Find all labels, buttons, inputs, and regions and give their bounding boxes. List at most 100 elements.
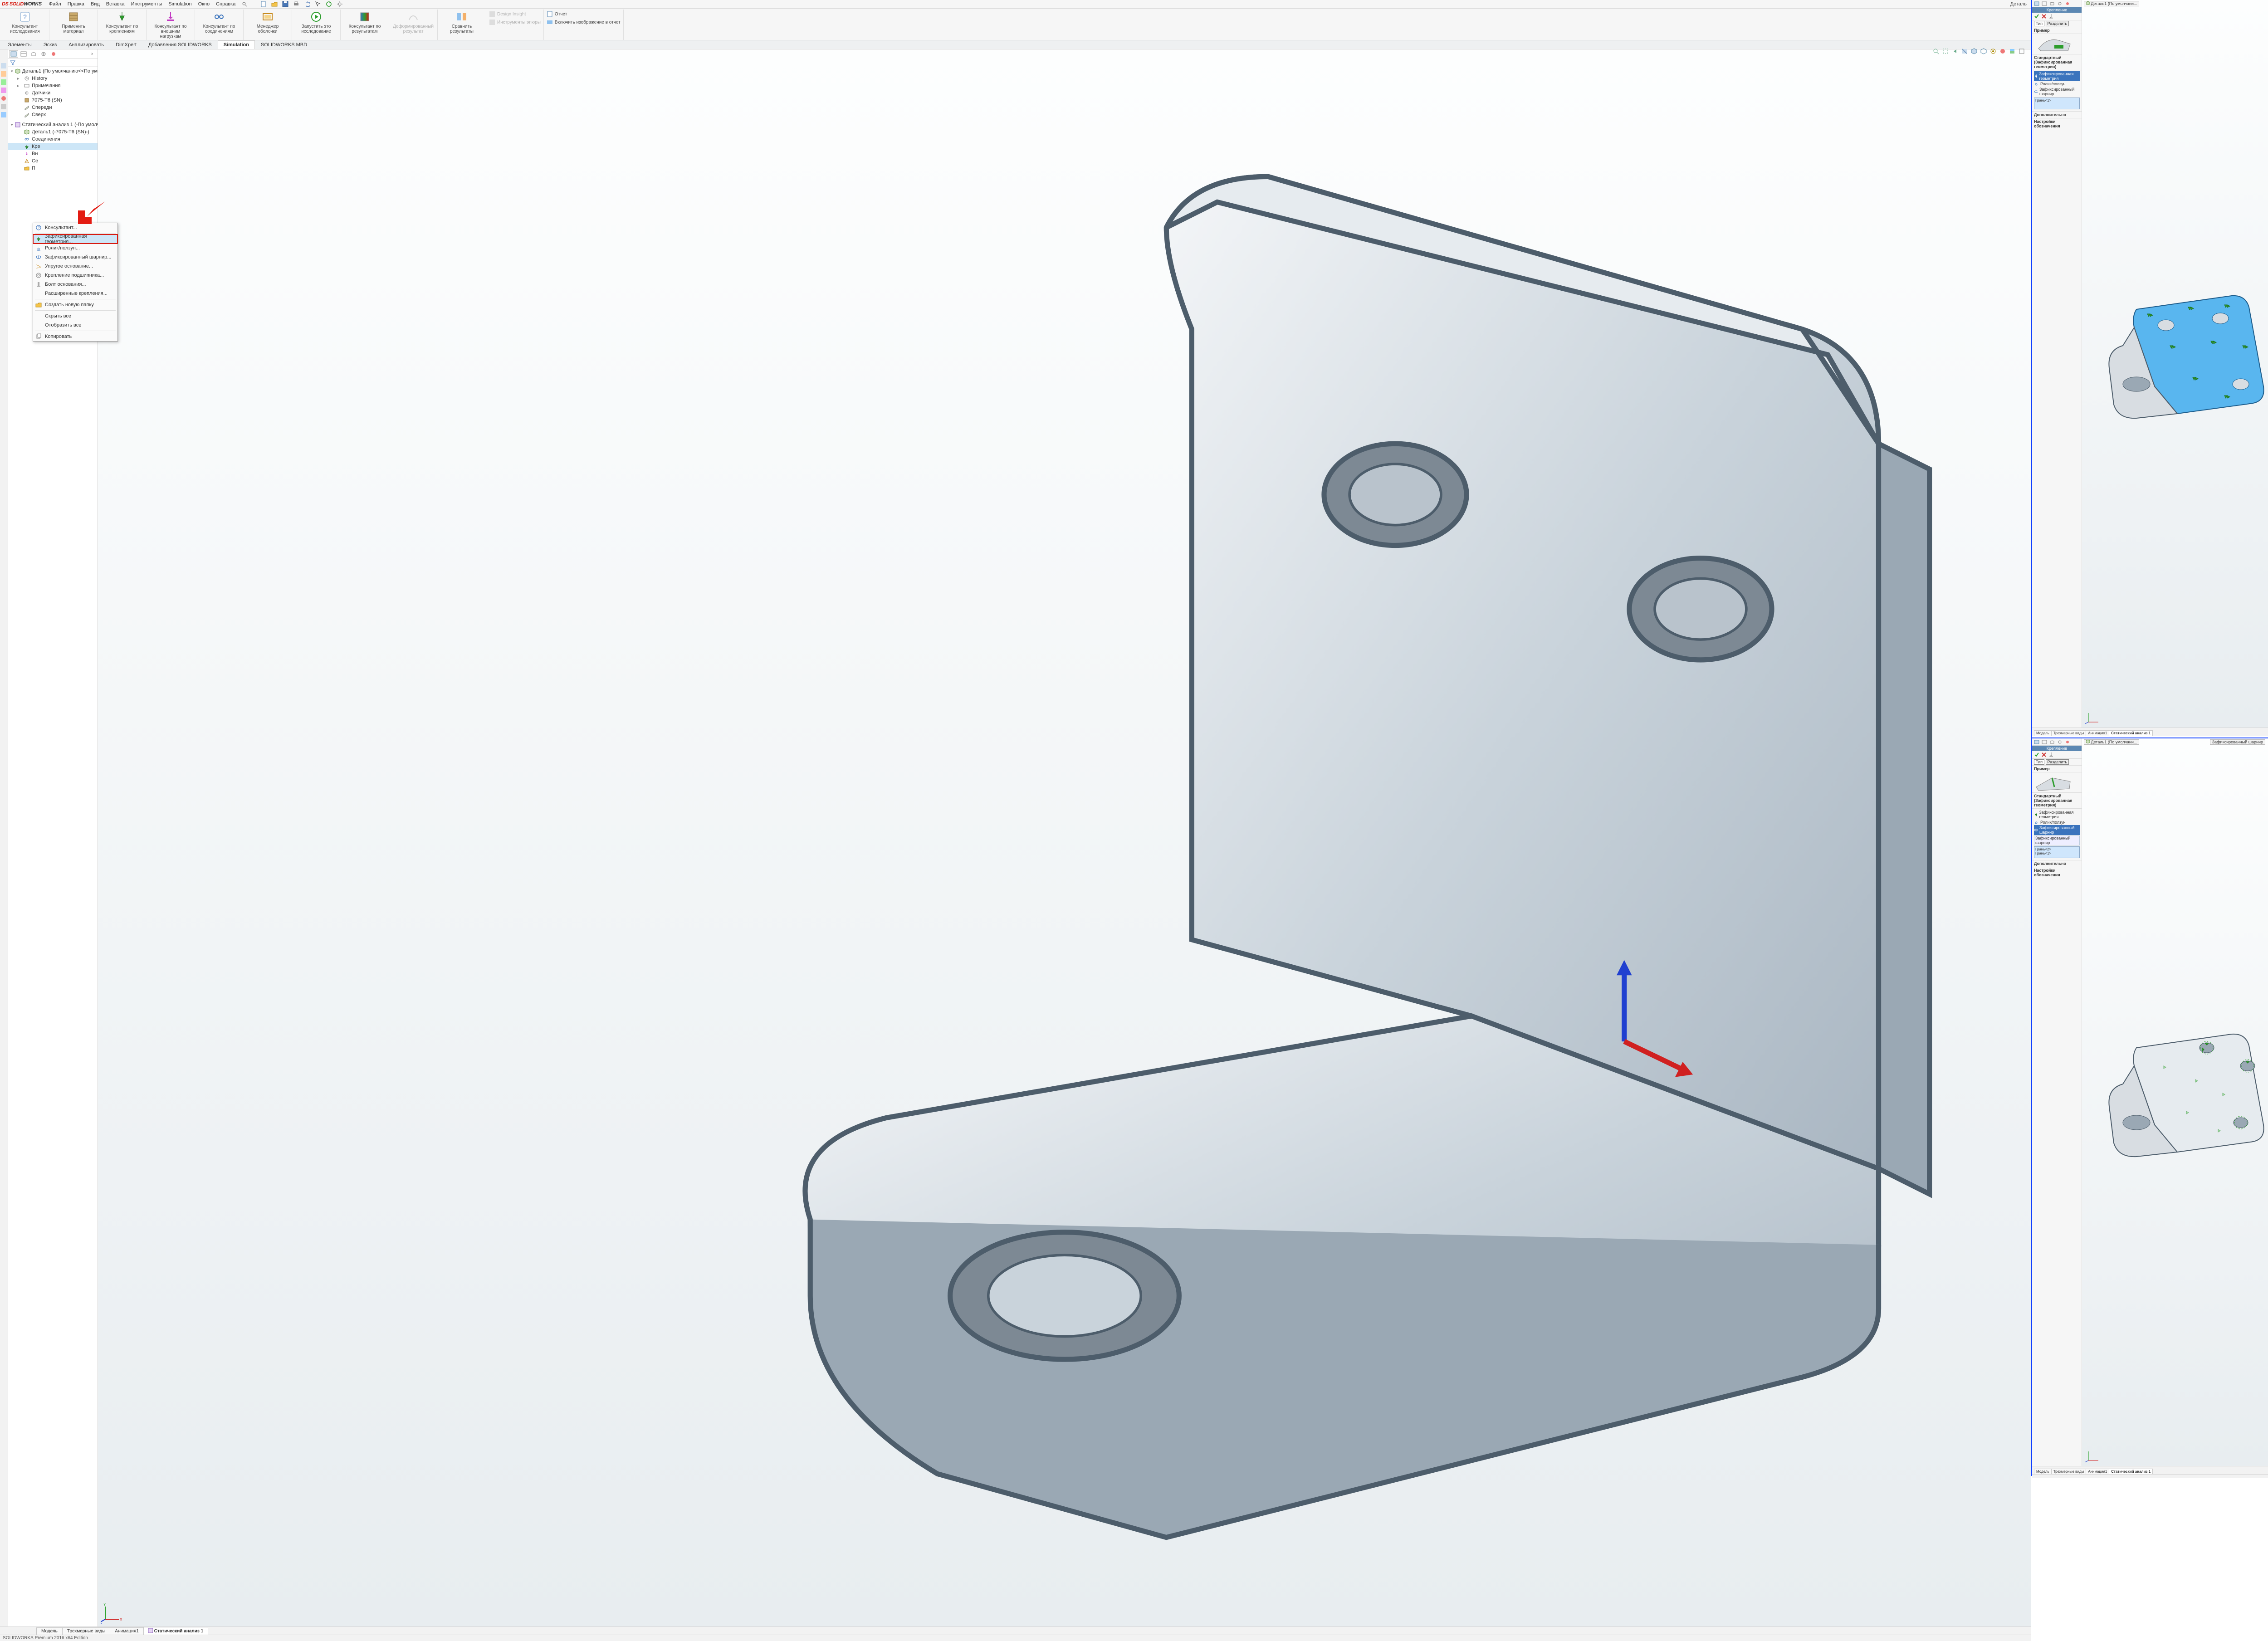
pm-opt-fixed-geometry[interactable]: Зафиксированная геометрия — [2034, 810, 2080, 820]
btab-model[interactable]: Модель — [36, 1627, 63, 1635]
mgr-tab-dimxpert-icon[interactable] — [39, 50, 48, 58]
tree-history[interactable]: ▸History — [8, 75, 98, 82]
ctx-bolt[interactable]: Болт основания... — [33, 280, 117, 289]
menu-file[interactable]: Файл — [46, 0, 64, 8]
pm-tab-split[interactable]: Разделить — [2046, 21, 2069, 26]
tree-filter[interactable] — [8, 59, 98, 67]
mgr-tab-expand-icon[interactable]: › — [88, 50, 97, 58]
tab-evaluate[interactable]: Анализировать — [63, 40, 110, 49]
view-orient-icon[interactable] — [1970, 47, 1978, 55]
breadcrumb[interactable]: Деталь1 (По умолчани... — [2084, 739, 2139, 745]
scene-icon[interactable] — [2008, 47, 2016, 55]
zoom-fit-icon[interactable] — [1932, 47, 1940, 55]
rail-view-palette-icon[interactable] — [1, 88, 7, 94]
qat-open-icon[interactable] — [269, 0, 279, 8]
ctx-fixed-geometry[interactable]: Зафиксированная геометрия... — [33, 234, 117, 244]
ctx-roller[interactable]: Ролик/ползун... — [33, 244, 117, 253]
qat-undo-icon[interactable] — [302, 0, 312, 8]
btab-3dviews[interactable]: Трехмерные виды — [2051, 1469, 2087, 1474]
tree-plane-front[interactable]: Спереди — [8, 104, 98, 111]
appearance-icon[interactable] — [1999, 47, 2007, 55]
pm-symbol-header[interactable]: Настройки обозначения — [2032, 118, 2082, 129]
rail-design-lib-icon[interactable] — [1, 71, 7, 78]
qat-rebuild-icon[interactable] — [324, 0, 334, 8]
menu-help[interactable]: Справка — [213, 0, 238, 8]
pm-opt-roller[interactable]: Ролик/ползун — [2034, 820, 2080, 825]
tab-mbd[interactable]: SOLIDWORKS MBD — [255, 40, 313, 49]
ctx-show-all[interactable]: Отобразить все — [33, 321, 117, 330]
pm-tab-split[interactable]: Разделить — [2046, 759, 2069, 765]
btab-motion[interactable]: Анимация1 — [2086, 1469, 2109, 1474]
mgr-tab-property-icon[interactable] — [2041, 0, 2048, 6]
hide-show-icon[interactable] — [1989, 47, 1997, 55]
view-triad[interactable] — [2085, 708, 2101, 725]
pm-opt-hinge[interactable]: Зафиксированный шарнир — [2034, 87, 2080, 97]
qat-new-icon[interactable] — [259, 0, 269, 8]
view-triad[interactable]: Y X Z — [101, 1601, 123, 1624]
menu-window[interactable]: Окно — [196, 0, 213, 8]
mgr-tab-config-icon[interactable] — [29, 50, 38, 58]
tree-external-loads[interactable]: Вн — [8, 150, 98, 157]
btab-motion[interactable]: Анимация1 — [2086, 730, 2109, 736]
pm-pushpin-icon[interactable] — [2048, 752, 2054, 757]
graphics-viewport[interactable]: Y X Z — [98, 49, 2031, 1626]
display-style-icon[interactable] — [1980, 47, 1988, 55]
menu-view[interactable]: Вид — [88, 0, 103, 8]
menu-edit[interactable]: Правка — [65, 0, 87, 8]
tab-simulation[interactable]: Simulation — [218, 40, 255, 49]
pm-cancel-icon[interactable] — [2041, 14, 2047, 19]
tree-root-part[interactable]: ▾ Деталь1 (По умолчанию<<По умол — [8, 68, 98, 75]
mgr-tab-display-icon[interactable] — [49, 50, 58, 58]
qat-save-icon[interactable] — [280, 0, 290, 8]
view-settings-icon[interactable] — [2018, 47, 2026, 55]
rail-file-explorer-icon[interactable] — [1, 79, 7, 86]
tree-sensors[interactable]: Датчики — [8, 89, 98, 97]
pm-pushpin-icon[interactable] — [2048, 14, 2054, 19]
pm-tab-type[interactable]: Тип — [2034, 759, 2044, 765]
mgr-tab-property-icon[interactable] — [2041, 739, 2048, 745]
zoom-area-icon[interactable] — [1941, 47, 1950, 55]
btab-model[interactable]: Модель — [2034, 730, 2052, 736]
btab-3dviews[interactable]: Трехмерные виды — [2051, 730, 2087, 736]
mgr-tab-display-icon[interactable] — [2064, 0, 2071, 6]
tree-study[interactable]: ▾Статический анализ 1 (-По умолчанию- — [8, 121, 98, 128]
tab-dimxpert[interactable]: DimXpert — [110, 40, 142, 49]
ctx-bearing[interactable]: Крепление подшипника... — [33, 271, 117, 280]
menu-tools[interactable]: Инструменты — [128, 0, 165, 8]
mgr-tab-dimxpert-icon[interactable] — [2056, 739, 2063, 745]
ribbon-connections-advisor[interactable]: Консультант по соединениям — [195, 10, 244, 40]
tab-addins[interactable]: Добавления SOLIDWORKS — [142, 40, 218, 49]
btab-motion[interactable]: Анимация1 — [110, 1627, 144, 1635]
btab-study[interactable]: Статический анализ 1 — [2109, 730, 2153, 736]
ctx-fixed-hinge[interactable]: Зафиксированный шарнир... — [33, 253, 117, 262]
include-image-item[interactable]: Включить изображение в отчет — [547, 19, 621, 26]
qat-options-icon[interactable] — [335, 0, 345, 8]
view-triad[interactable] — [2085, 1447, 2101, 1463]
tree-annotations[interactable]: ▸Примечания — [8, 82, 98, 89]
inset-viewport-bottom[interactable]: Деталь1 (По умолчани... Зафиксированный … — [2082, 738, 2268, 1466]
qat-select-icon[interactable] — [313, 0, 323, 8]
tree-connections[interactable]: Соединения — [8, 136, 98, 143]
btab-model[interactable]: Модель — [2034, 1469, 2052, 1474]
ribbon-fixtures-advisor[interactable]: Консультант по креплениям — [98, 10, 147, 40]
pm-opt-hinge[interactable]: Зафиксированный шарнир — [2034, 825, 2080, 835]
ctx-elastic[interactable]: Упругое основание... — [33, 262, 117, 271]
mgr-tab-config-icon[interactable] — [2048, 739, 2056, 745]
prev-view-icon[interactable] — [1951, 47, 1959, 55]
ctx-new-folder[interactable]: Создать новую папку — [33, 300, 117, 309]
ribbon-apply-material[interactable]: Применить материал — [49, 10, 98, 40]
breadcrumb[interactable]: Деталь1 (По умолчани... — [2084, 1, 2139, 6]
report-item[interactable]: Отчет — [547, 10, 621, 18]
rail-appearances-icon[interactable] — [1, 96, 7, 102]
ribbon-compare-results[interactable]: Сравнить результаты — [438, 10, 486, 40]
tree-result-options[interactable]: П — [8, 165, 98, 172]
mgr-tab-feature-icon[interactable] — [2033, 739, 2040, 745]
ctx-advanced[interactable]: Расширенные крепления... — [33, 289, 117, 298]
ribbon-loads-advisor[interactable]: Консультант по внешним нагрузкам — [147, 10, 195, 40]
pm-symbol-header[interactable]: Настройки обозначения — [2032, 867, 2082, 878]
tree-fixtures[interactable]: Кре — [8, 143, 98, 150]
tab-features[interactable]: Элементы — [2, 40, 38, 49]
menu-simulation[interactable]: Simulation — [166, 0, 194, 8]
mgr-tab-config-icon[interactable] — [2048, 0, 2056, 6]
section-view-icon[interactable] — [1960, 47, 1969, 55]
